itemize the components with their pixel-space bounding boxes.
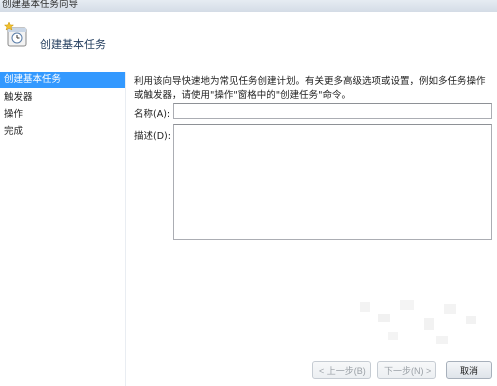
wizard-steps-sidebar: 创建基本任务 触发器 操作 完成	[0, 72, 126, 386]
description-label: 描述(D):	[134, 131, 171, 142]
description-textarea[interactable]	[173, 124, 492, 240]
page-title: 创建基本任务	[40, 38, 106, 51]
step-finish[interactable]: 完成	[0, 124, 125, 140]
wizard-description: 利用该向导快速地为常见任务创建计划。有关更多高级选项或设置，例如多任务操作或触发…	[134, 76, 486, 101]
name-input[interactable]	[173, 103, 492, 119]
step-create-basic-task[interactable]: 创建基本任务	[0, 72, 125, 88]
name-label: 名称(A):	[134, 109, 171, 120]
wizard-header: 创建基本任务	[0, 12, 497, 56]
step-action[interactable]: 操作	[0, 107, 125, 123]
next-button[interactable]: 下一步(N) >	[377, 361, 436, 379]
step-trigger[interactable]: 触发器	[0, 90, 125, 106]
back-button[interactable]: < 上一步(B)	[312, 361, 371, 379]
window-title: 创建基本任务向导	[2, 0, 79, 10]
task-wizard-icon	[4, 22, 27, 47]
watermark	[360, 300, 476, 344]
cancel-button[interactable]: 取消	[446, 361, 492, 379]
